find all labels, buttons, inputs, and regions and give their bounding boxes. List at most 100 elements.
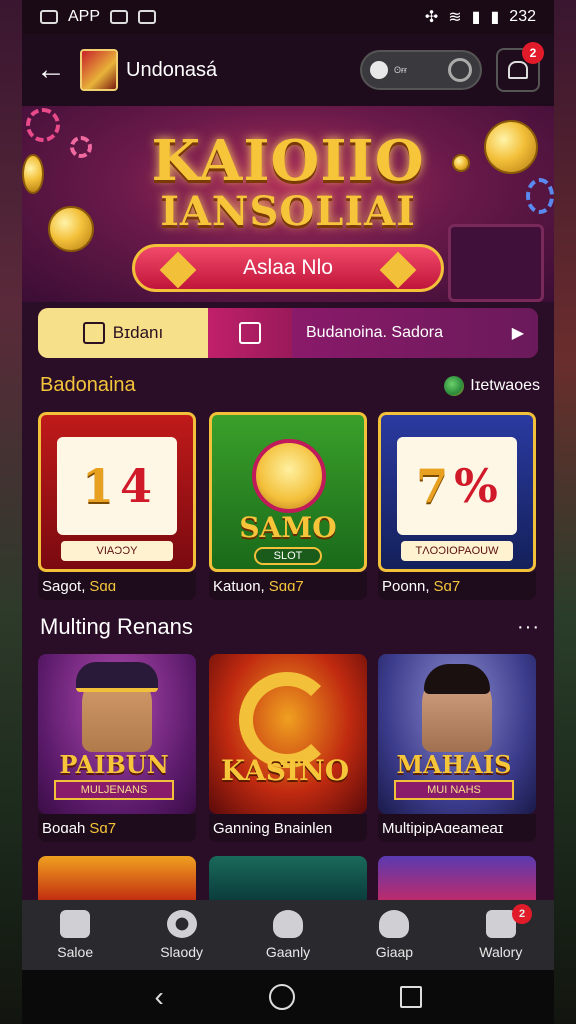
reel-symbol: 7 bbox=[416, 459, 449, 513]
game-caption: Boɑah Sɑ7 bbox=[38, 814, 196, 842]
game-card-partial[interactable] bbox=[378, 856, 536, 902]
bell-icon bbox=[508, 61, 528, 79]
wifi-icon: ≋ bbox=[448, 9, 462, 26]
chat-icon bbox=[138, 10, 157, 24]
tab-calendar[interactable] bbox=[208, 308, 292, 358]
slot-pill-label: SLOT bbox=[254, 547, 322, 565]
game-logo-subtext: MULJENANS bbox=[54, 780, 174, 800]
game-caption: Sagot, Sɑɑ bbox=[38, 572, 196, 600]
game-card[interactable]: 1 4 VIAƆƆY Sagot, Sɑɑ bbox=[38, 412, 196, 600]
search-placeholder: ʘɍɍ bbox=[394, 65, 407, 75]
background-left bbox=[0, 0, 24, 1024]
game-thumbnail: KASINO bbox=[209, 654, 367, 814]
hat-image bbox=[76, 662, 158, 692]
game-tag: Sɑ7 bbox=[89, 819, 117, 837]
notification-badge: 2 bbox=[522, 42, 544, 64]
mail-icon bbox=[40, 10, 58, 24]
nav-label: Slaody bbox=[160, 944, 204, 960]
diamond-icon bbox=[379, 251, 417, 289]
phone-screen: APP ✣ ≋ ▮ ▮ 232 ← Undonasá ʘɍɍ 2 KAIOIIO… bbox=[22, 0, 554, 1024]
reel-symbol: % bbox=[454, 459, 498, 513]
system-back-icon[interactable]: ‹ bbox=[154, 981, 163, 1013]
game-thumbnail: 1 4 VIAƆƆY bbox=[38, 412, 196, 572]
slot-name-label: VIAƆƆY bbox=[61, 541, 173, 561]
game-logo-text: KASINO bbox=[220, 754, 350, 787]
hair-image bbox=[424, 664, 490, 694]
section-header: Badonaina Iɪetwaoes bbox=[40, 374, 540, 397]
section-title: Multing Renans bbox=[40, 614, 193, 639]
tab-info-label: Budanoina. Sadora bbox=[306, 324, 443, 341]
play-icon: ▶ bbox=[511, 325, 524, 342]
mascot-face-image bbox=[252, 439, 326, 513]
hero-banner[interactable]: KAIOIIO IANSOLIAI Aslaa Nlo bbox=[22, 106, 554, 302]
calendar-icon bbox=[239, 322, 261, 344]
reel-symbol: 1 bbox=[81, 459, 114, 513]
game-card-partial[interactable] bbox=[209, 856, 367, 902]
tab-active-label: Bɪdanı bbox=[112, 323, 164, 342]
section-header: Multing Renans ··· bbox=[40, 614, 540, 640]
game-title: Katuon, bbox=[213, 577, 265, 595]
nav-item-walory[interactable]: 2 Walory bbox=[448, 900, 554, 970]
nav-item-saloe[interactable]: Saloe bbox=[22, 900, 128, 970]
search-bar[interactable]: ʘɍɍ bbox=[360, 50, 482, 90]
nav-badge: 2 bbox=[512, 904, 533, 924]
reel-symbol: 4 bbox=[120, 459, 153, 513]
battery-icon: ▮ bbox=[490, 9, 500, 26]
game-logo-text: SAMO bbox=[239, 511, 337, 544]
game-title: Poonn, bbox=[382, 577, 430, 595]
nav-label: Giaap bbox=[375, 944, 414, 960]
tab-active[interactable]: Bɪdanı bbox=[38, 308, 208, 358]
vibrate-icon: ✣ bbox=[424, 9, 439, 26]
bottom-navigation: Saloe Slaody Gaanly Giaap 2 Walory bbox=[22, 900, 554, 970]
nav-label: Saloe bbox=[57, 944, 94, 960]
game-thumbnail: SAMO SLOT bbox=[209, 412, 367, 572]
game-tag: Sɑ7 bbox=[433, 577, 461, 595]
tab-info[interactable]: Budanoina. Sadora ▶ bbox=[292, 308, 538, 358]
status-app-label: APP bbox=[68, 8, 101, 25]
image-icon bbox=[110, 10, 129, 24]
game-card[interactable]: KASINO Ganning Bnainlen bbox=[209, 654, 367, 842]
game-title: Boɑah bbox=[42, 819, 86, 837]
background-right bbox=[552, 0, 576, 1024]
nav-label: Walory bbox=[479, 944, 523, 960]
slot-machine-image bbox=[448, 224, 544, 302]
back-arrow-icon[interactable]: ← bbox=[36, 53, 80, 87]
category-tabs: Bɪdanı Budanoina. Sadora ▶ bbox=[38, 308, 538, 358]
game-caption: Katuon, Sɑɑ7 bbox=[209, 572, 367, 600]
nav-item-giaap[interactable]: Giaap bbox=[341, 900, 447, 970]
system-home-icon[interactable] bbox=[268, 984, 295, 1010]
app-title: Undonasá bbox=[126, 58, 218, 81]
game-card[interactable]: 7 % TɅOƆIOPAOUW Poonn, Sɑ7 bbox=[378, 412, 536, 600]
game-card-partial[interactable] bbox=[38, 856, 196, 902]
nav-label: Gaanly bbox=[265, 944, 311, 960]
nav-item-slaody[interactable]: Slaody bbox=[128, 900, 234, 970]
slot-name-label: TɅOƆIOPAOUW bbox=[401, 541, 513, 561]
game-logo-subtext: MUI NAHS bbox=[394, 780, 514, 800]
status-time: 232 bbox=[509, 8, 536, 25]
profile-dot-icon bbox=[370, 61, 388, 79]
app-logo bbox=[80, 49, 118, 91]
section-link[interactable]: Iɪetwaoes bbox=[444, 375, 540, 396]
puzzle-icon bbox=[60, 910, 91, 938]
game-logo-text: PAIBUN bbox=[59, 750, 169, 779]
game-title: Sagot, bbox=[42, 577, 86, 595]
game-caption: Ganning Bnainlen bbox=[209, 814, 367, 842]
game-card[interactable]: MAHAIS MUI NAHS MultipipAɑeameaɪ bbox=[378, 654, 536, 842]
app-bar: ← Undonasá ʘɍɍ 2 bbox=[22, 34, 554, 106]
game-logo-text: MAHAIS bbox=[396, 750, 512, 779]
game-thumbnail: MAHAIS MUI NAHS bbox=[378, 654, 536, 814]
system-recents-icon[interactable] bbox=[399, 986, 422, 1008]
notification-button[interactable]: 2 bbox=[496, 42, 544, 92]
game-card[interactable]: SAMO SLOT Katuon, Sɑɑ7 bbox=[209, 412, 367, 600]
hero-cta-button[interactable]: Aslaa Nlo bbox=[132, 244, 444, 292]
game-title: Ganning Bnainlen bbox=[213, 819, 333, 837]
game-tag: Sɑɑ7 bbox=[268, 577, 304, 595]
search-icon[interactable] bbox=[448, 58, 472, 82]
globe-icon bbox=[444, 375, 465, 396]
nav-item-gaanly[interactable]: Gaanly bbox=[235, 900, 341, 970]
gear-icon bbox=[166, 910, 197, 938]
section-link-label: Iɪetwaoes bbox=[470, 376, 540, 394]
signal-icon: ▮ bbox=[471, 9, 481, 26]
game-card[interactable]: PAIBUN MULJENANS Boɑah Sɑ7 bbox=[38, 654, 196, 842]
more-options-icon[interactable]: ··· bbox=[517, 616, 540, 639]
